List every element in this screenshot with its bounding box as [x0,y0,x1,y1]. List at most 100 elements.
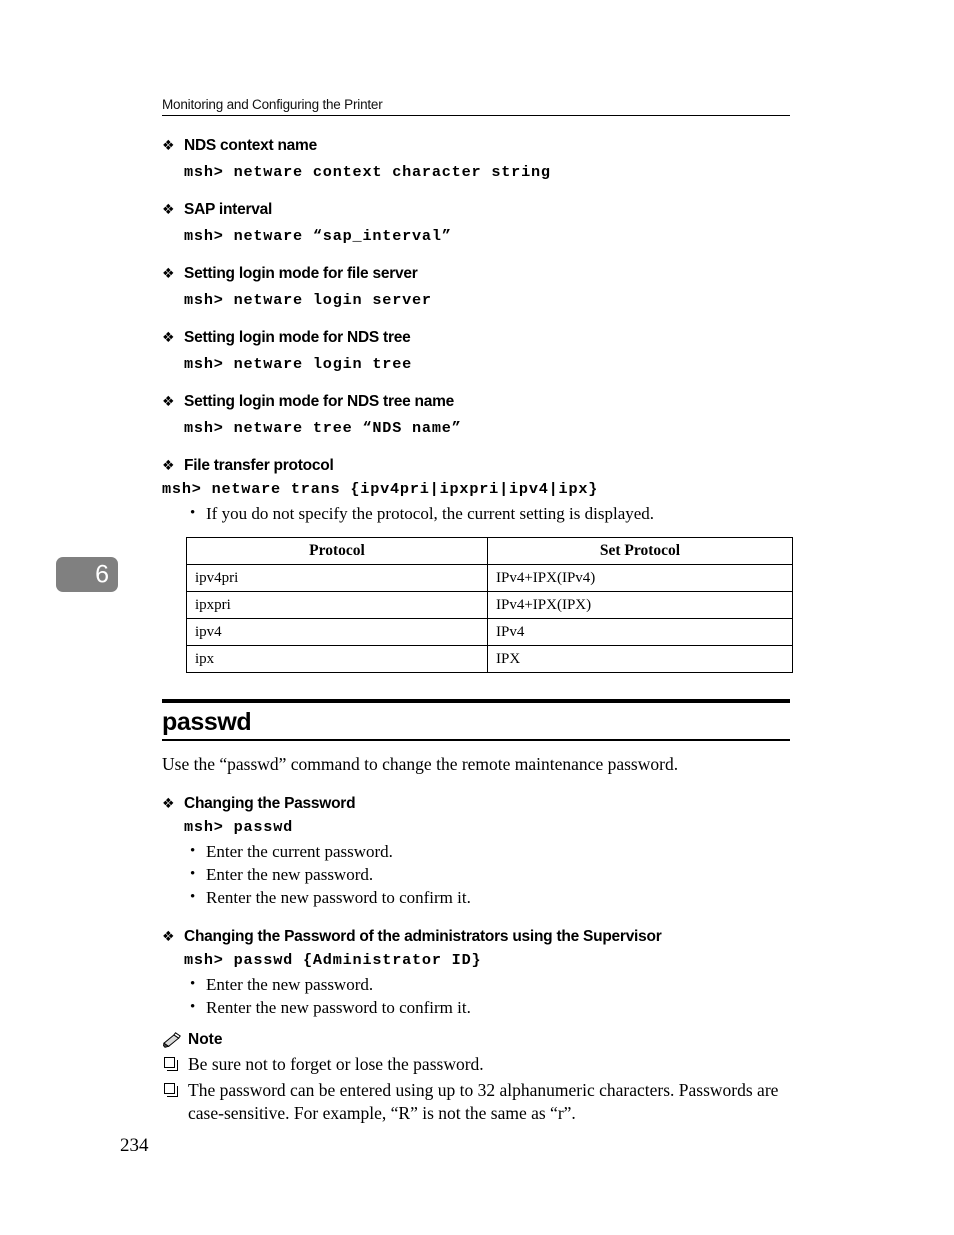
table-row: ipx IPX [186,645,793,673]
cell-protocol: ipx [186,645,488,673]
cell-protocol: ipv4 [186,618,488,646]
cell-set-protocol: IPv4+IPX(IPv4) [487,564,793,592]
list-item-text: If you do not specify the protocol, the … [206,504,655,523]
list-item-text: Enter the new password. [206,975,374,994]
list-item-text: Renter the new password to confirm it. [206,888,471,907]
block-heading-text: Changing the Password of the administrat… [184,928,662,945]
netware-entry: ❖ Setting login mode for file server msh… [162,264,794,310]
block-command: msh> passwd {Administrator ID} [184,951,482,969]
entry-command: msh> netware login server [184,291,432,309]
list-item: • Renter the new password to confirm it. [162,886,794,909]
document-page: Monitoring and Configuring the Printer 6… [0,0,954,1235]
entry-heading-text: File transfer protocol [184,457,334,474]
entry-heading: ❖ File transfer protocol [162,456,794,476]
chapter-tab: 6 [56,557,118,592]
diamond-bullet-icon: ❖ [162,458,175,474]
round-bullet-icon: • [190,505,196,521]
entry-heading: ❖ Setting login mode for NDS tree [162,328,794,348]
entry-heading-text: SAP interval [184,201,273,218]
netware-entry: ❖ SAP interval msh> netware “sap_interva… [162,200,794,246]
protocol-table: Protocol Set Protocol ipv4pri IPv4+IPX(I… [186,537,793,673]
passwd-block: ❖ Changing the Password msh> passwd • En… [162,794,794,909]
section-passwd: passwd [162,699,794,741]
list-item: • Enter the current password. [162,840,794,863]
block-heading: ❖ Changing the Password of the administr… [162,927,794,947]
list-item: • Enter the new password. [162,863,794,886]
cell-protocol: ipxpri [186,591,488,619]
round-bullet-icon: • [190,999,196,1015]
diamond-bullet-icon: ❖ [162,138,175,154]
cell-set-protocol: IPX [487,645,793,673]
entry-heading-text: Setting login mode for NDS tree [184,329,411,346]
diamond-bullet-icon: ❖ [162,796,175,812]
entry-heading-text: Setting login mode for NDS tree name [184,393,455,410]
entry-heading-text: NDS context name [184,137,317,154]
note-item-text: Be sure not to forget or lose the passwo… [188,1054,484,1074]
table-row: ipv4pri IPv4+IPX(IPv4) [186,564,793,592]
note-item-text: The password can be entered using up to … [188,1080,779,1123]
round-bullet-icon: • [190,889,196,905]
entry-command: msh> netware tree “NDS name” [184,419,462,437]
diamond-bullet-icon: ❖ [162,202,175,218]
entry-heading: ❖ Setting login mode for file server [162,264,794,284]
page-content: ❖ NDS context name msh> netware context … [162,136,794,1125]
table-row: ipxpri IPv4+IPX(IPX) [186,591,793,619]
protocol-table-wrapper: Protocol Set Protocol ipv4pri IPv4+IPX(I… [162,537,794,673]
block-heading-text: Changing the Password [184,795,356,812]
entry-heading: ❖ SAP interval [162,200,794,220]
netware-entry: ❖ Setting login mode for NDS tree name m… [162,392,794,438]
passwd-block: ❖ Changing the Password of the administr… [162,927,794,1019]
column-header-protocol: Protocol [186,537,488,565]
page-number: 234 [120,1135,149,1156]
note-heading: Note [162,1030,794,1050]
running-header-text: Monitoring and Configuring the Printer [162,97,383,112]
list-item: • If you do not specify the protocol, th… [162,502,794,525]
round-bullet-icon: • [190,843,196,859]
entry-command: msh> netware trans {ipv4pri|ipxpri|ipv4|… [162,480,599,498]
note-item: Be sure not to forget or lose the passwo… [162,1053,794,1076]
diamond-bullet-icon: ❖ [162,330,175,346]
diamond-bullet-icon: ❖ [162,394,175,410]
entry-heading-text: Setting login mode for file server [184,265,418,282]
cell-set-protocol: IPv4 [487,618,793,646]
diamond-bullet-icon: ❖ [162,266,175,282]
entry-command: msh> netware login tree [184,355,413,373]
netware-entry: ❖ File transfer protocol msh> netware tr… [162,456,794,525]
note-item: The password can be entered using up to … [162,1079,794,1125]
section-intro-paragraph: Use the “passwd” command to change the r… [162,754,679,774]
round-bullet-icon: • [190,976,196,992]
list-item: • Renter the new password to confirm it. [162,996,794,1019]
note-block: Note Be sure not to forget or lose the p… [162,1030,794,1125]
list-item: • Enter the new password. [162,973,794,996]
list-item-text: Enter the current password. [206,842,393,861]
square-bullet-icon [164,1057,178,1071]
chapter-tab-number: 6 [95,560,109,588]
note-heading-text: Note [188,1031,223,1048]
running-header-rule [162,115,790,116]
netware-entry: ❖ NDS context name msh> netware context … [162,136,794,182]
square-bullet-icon [164,1083,178,1097]
cell-protocol: ipv4pri [186,564,488,592]
list-item-text: Enter the new password. [206,865,374,884]
table-header-row: Protocol Set Protocol [186,537,793,565]
round-bullet-icon: • [190,866,196,882]
running-header: Monitoring and Configuring the Printer [162,97,790,116]
pencil-icon [163,1032,181,1048]
column-header-set-protocol: Set Protocol [487,537,793,565]
list-item-text: Renter the new password to confirm it. [206,998,471,1017]
block-command: msh> passwd [184,818,294,836]
entry-heading: ❖ NDS context name [162,136,794,156]
cell-set-protocol: IPv4+IPX(IPX) [487,591,793,619]
diamond-bullet-icon: ❖ [162,929,175,945]
netware-entry: ❖ Setting login mode for NDS tree msh> n… [162,328,794,374]
entry-heading: ❖ Setting login mode for NDS tree name [162,392,794,412]
